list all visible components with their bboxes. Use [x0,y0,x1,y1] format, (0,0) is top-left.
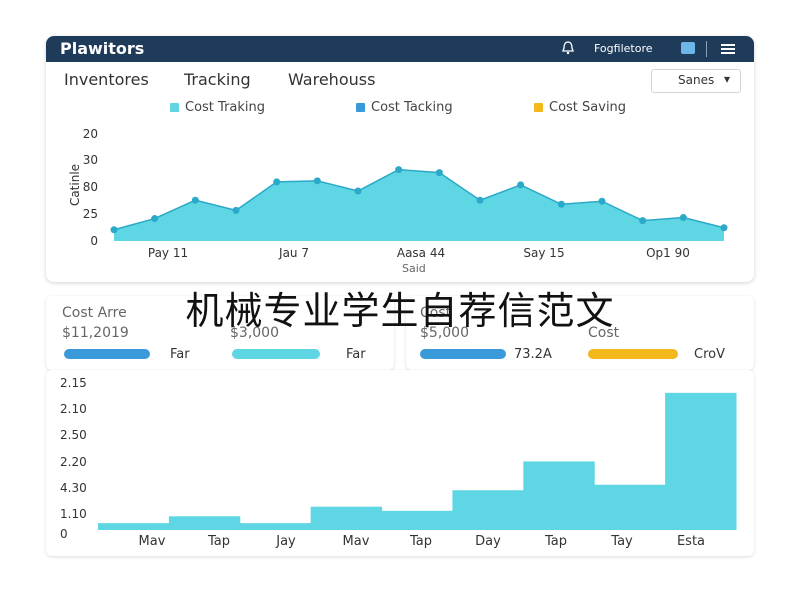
x-tick-label: Esta [676,534,706,549]
data-point[interactable] [720,224,728,232]
data-point[interactable] [476,196,484,204]
data-point[interactable] [557,200,565,208]
data-point[interactable] [191,196,199,204]
x-tick-label: Day [475,534,501,549]
bar-chart-card: 2.15 2.10 2.50 2.20 4.30 1.10 0 Mav Tap … [46,370,754,556]
x-tick-label: Jau 7 [279,246,309,260]
data-point[interactable] [354,187,362,195]
progress-label-a: Far [170,347,190,362]
bar[interactable] [98,523,170,530]
bar[interactable] [452,490,524,530]
data-point[interactable] [273,178,281,186]
data-point[interactable] [639,217,647,225]
data-point[interactable] [598,197,606,205]
x-tick-label: Tay [611,534,633,549]
progress-bar-b [232,349,320,359]
data-point[interactable] [395,166,403,174]
x-tick-label: Tap [544,534,568,549]
x-tick-label: Tap [409,534,433,549]
x-tick-label: Say 15 [523,246,565,260]
bar[interactable] [381,510,453,530]
x-axis-label: Said [402,262,426,275]
bar[interactable] [665,392,737,530]
x-tick-label: Jay [276,534,296,549]
data-point[interactable] [679,214,687,222]
bar[interactable] [310,506,383,530]
progress-label-b: Far [346,347,366,362]
bar[interactable] [523,461,595,530]
data-point[interactable] [110,226,118,234]
data-point[interactable] [435,169,443,177]
bar[interactable] [239,523,312,530]
bar[interactable] [594,484,666,530]
x-tick-label: Mav [138,534,166,549]
bar[interactable] [168,516,241,530]
progress-bar-b [588,349,678,359]
data-point[interactable] [517,181,525,189]
data-point[interactable] [151,215,159,223]
x-tick-label: Pay 11 [147,246,189,260]
x-tick-label: Tap [207,534,231,549]
main-dashboard-card: Plawitors Fogfiletore Inventores Trackin… [46,36,754,282]
progress-label-b: CroV [694,347,725,362]
overlay-title: 机械专业学生自荐信范文 [185,289,615,333]
data-point[interactable] [313,177,321,185]
progress-bar-a [420,349,506,359]
data-point[interactable] [232,206,240,214]
area-series [114,169,724,241]
x-tick-label: Mav [342,534,370,549]
x-tick-label: Op1 90 [646,246,690,260]
progress-label-a: 73.2A [514,347,552,362]
progress-bar-a [64,349,150,359]
bar-chart [98,392,737,530]
x-tick-label: Aasa 44 [396,246,446,260]
